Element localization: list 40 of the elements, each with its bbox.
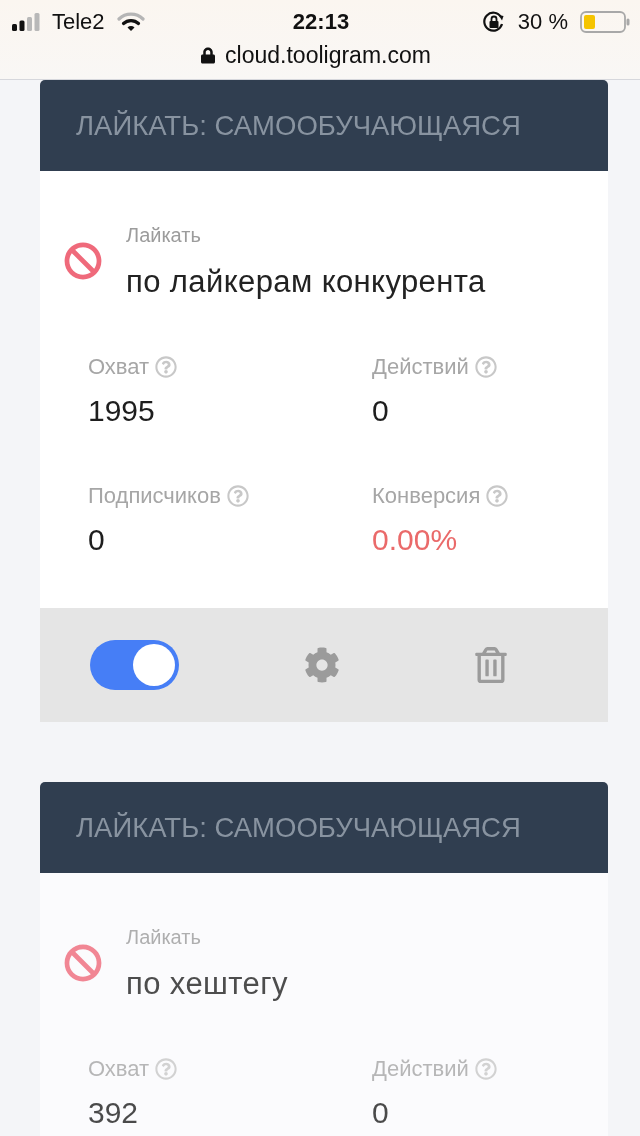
stat-label: Действий bbox=[372, 354, 469, 380]
stat-value: 0 bbox=[372, 393, 389, 429]
rotation-lock-icon bbox=[481, 10, 506, 34]
help-icon[interactable] bbox=[474, 356, 497, 378]
action-label: Лайкать bbox=[126, 223, 201, 248]
stat-label: Конверсия bbox=[372, 483, 481, 509]
stat-value: 0 bbox=[372, 1095, 389, 1131]
delete-button[interactable] bbox=[475, 647, 507, 683]
help-icon[interactable] bbox=[155, 1058, 178, 1080]
stat-value: 0.00% bbox=[372, 522, 458, 558]
stat-value: 392 bbox=[88, 1095, 139, 1131]
wifi-icon bbox=[116, 12, 145, 32]
signal-icon bbox=[12, 13, 40, 31]
help-icon[interactable] bbox=[155, 356, 178, 378]
stat-label: Действий bbox=[372, 1056, 469, 1082]
task-title: по лайкерам конкурента bbox=[126, 264, 486, 300]
card-title: ЛАЙКАТЬ: САМООБУЧАЮЩАЯСЯ bbox=[76, 811, 521, 844]
battery-icon bbox=[580, 11, 630, 33]
trash-icon bbox=[475, 647, 507, 683]
task-title: по хештегу bbox=[126, 966, 288, 1002]
ban-icon bbox=[64, 242, 102, 280]
ban-icon bbox=[64, 944, 102, 982]
stat-label: Охват bbox=[88, 1056, 150, 1082]
stat-value: 1995 bbox=[88, 393, 155, 429]
url-text[interactable]: cloud.tooligram.com bbox=[225, 42, 431, 68]
battery-percent: 30 % bbox=[517, 9, 568, 35]
toggle-switch[interactable] bbox=[89, 640, 179, 690]
stat-label: Подписчиков bbox=[88, 483, 221, 509]
help-icon[interactable] bbox=[486, 485, 509, 507]
stat-value: 0 bbox=[88, 522, 105, 558]
settings-button[interactable] bbox=[304, 647, 340, 683]
help-icon[interactable] bbox=[226, 485, 249, 507]
action-label: Лайкать bbox=[126, 925, 201, 950]
help-icon[interactable] bbox=[474, 1058, 497, 1080]
lock-icon bbox=[201, 46, 216, 64]
carrier-name: Tele2 bbox=[52, 9, 105, 35]
stat-label: Охват bbox=[88, 354, 150, 380]
settings-icon bbox=[304, 647, 340, 683]
card-title: ЛАЙКАТЬ: САМООБУЧАЮЩАЯСЯ bbox=[76, 109, 521, 142]
clock-time: 22:13 bbox=[292, 9, 350, 35]
